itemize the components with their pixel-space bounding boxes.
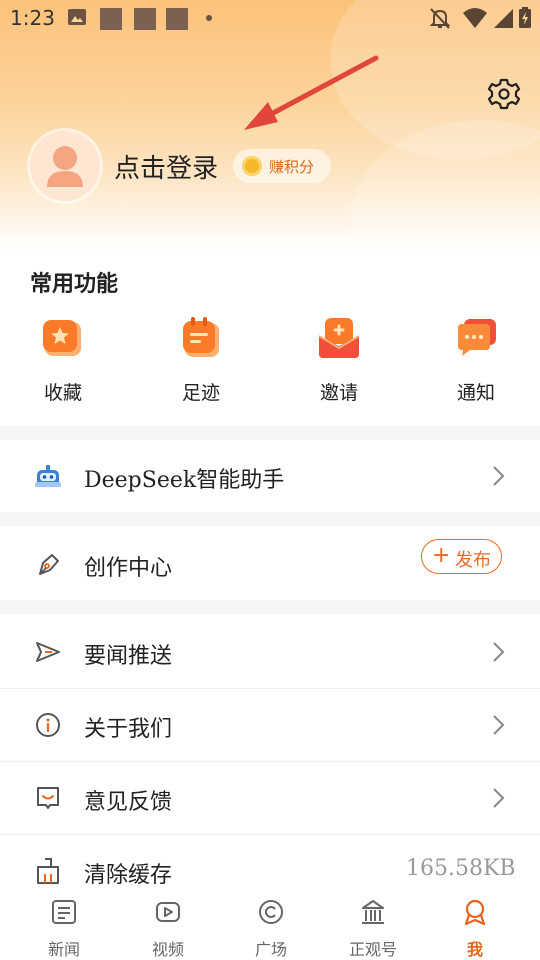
plus-icon: + — [432, 543, 451, 568]
footprint-label: 足迹 — [181, 382, 220, 404]
tab-news[interactable]: 新闻 — [24, 898, 104, 960]
section-separator — [0, 600, 540, 614]
avatar[interactable] — [30, 131, 100, 201]
star-folder-icon — [41, 316, 85, 360]
notification-square-icon — [100, 8, 122, 30]
chevron-right-icon — [493, 788, 505, 808]
tab-me-label: 我 — [466, 940, 483, 959]
settings-gear-icon[interactable] — [486, 76, 522, 112]
publish-button[interactable]: + 发布 — [421, 539, 502, 574]
push-news-row[interactable]: 要闻推送 — [0, 614, 540, 688]
earn-points-label: 赚积分 — [269, 158, 315, 176]
about-us-label: 关于我们 — [84, 717, 173, 742]
invite-label: 邀请 — [319, 382, 358, 404]
clear-cache-label: 清除缓存 — [84, 863, 173, 888]
notification-function[interactable]: 通知 — [426, 316, 526, 405]
section-separator — [0, 426, 540, 440]
user-avatar-icon — [47, 146, 83, 187]
video-icon — [156, 902, 180, 922]
notification-square-icon — [134, 8, 156, 30]
tab-news-label: 新闻 — [47, 940, 80, 959]
push-news-label: 要闻推送 — [84, 644, 173, 669]
favorites-label: 收藏 — [43, 382, 82, 404]
feedback-label: 意见反馈 — [84, 790, 173, 815]
building-icon — [362, 900, 384, 924]
tab-video[interactable]: 视频 — [128, 898, 208, 960]
publish-label: 发布 — [455, 550, 491, 571]
notification-label: 通知 — [456, 382, 495, 404]
earn-points-button[interactable]: 赚积分 — [233, 149, 331, 183]
about-us-row[interactable]: 关于我们 — [0, 689, 540, 761]
feedback-row[interactable]: 意见反馈 — [0, 762, 540, 834]
tab-video-label: 视频 — [151, 940, 184, 959]
bottom-tab-bar: 新闻 视频 广场 正观号 我 — [0, 890, 540, 960]
message-icon — [454, 316, 498, 360]
chevron-right-icon — [493, 466, 505, 486]
send-icon — [36, 642, 60, 662]
square-icon — [259, 900, 283, 924]
tab-square-label: 广场 — [254, 940, 287, 959]
news-icon — [52, 900, 76, 924]
tab-zhengguan[interactable]: 正观号 — [333, 898, 413, 960]
deepseek-label: DeepSeek智能助手 — [84, 468, 285, 493]
more-notifications-dot — [206, 15, 212, 21]
mute-bell-icon — [429, 8, 451, 29]
status-time: 1:23 — [10, 6, 55, 30]
feedback-icon — [37, 787, 59, 809]
footprint-function[interactable]: 足迹 — [151, 316, 251, 405]
invite-function[interactable]: 邀请 — [289, 316, 389, 405]
notification-square-icon — [166, 8, 188, 30]
cache-size-value: 165.58KB — [406, 856, 516, 881]
broom-icon — [37, 858, 59, 884]
deepseek-assistant-row[interactable]: DeepSeek智能助手 — [0, 440, 540, 512]
me-icon — [464, 899, 486, 926]
common-functions-title: 常用功能 — [30, 272, 119, 297]
tab-zhengguan-label: 正观号 — [348, 940, 397, 959]
signal-icon — [494, 9, 513, 28]
tab-me[interactable]: 我 — [435, 898, 515, 960]
favorites-function[interactable]: 收藏 — [13, 316, 113, 405]
info-icon — [36, 713, 60, 737]
coin-icon — [242, 156, 262, 176]
section-separator — [0, 512, 540, 526]
invite-icon — [317, 316, 361, 360]
chevron-right-icon — [493, 715, 505, 735]
clipboard-icon — [179, 316, 223, 360]
tab-square[interactable]: 广场 — [231, 898, 311, 960]
creation-center-label: 创作中心 — [84, 556, 173, 581]
pen-nib-icon — [39, 554, 59, 575]
status-bar: 1:23 — [0, 0, 540, 38]
login-link[interactable]: 点击登录 — [114, 148, 218, 185]
annotation-arrow — [244, 55, 379, 130]
image-notification-icon — [68, 9, 86, 25]
deepseek-robot-icon — [35, 465, 61, 487]
wifi-icon — [463, 8, 487, 28]
battery-charging-icon — [519, 7, 531, 28]
chevron-right-icon — [493, 642, 505, 662]
